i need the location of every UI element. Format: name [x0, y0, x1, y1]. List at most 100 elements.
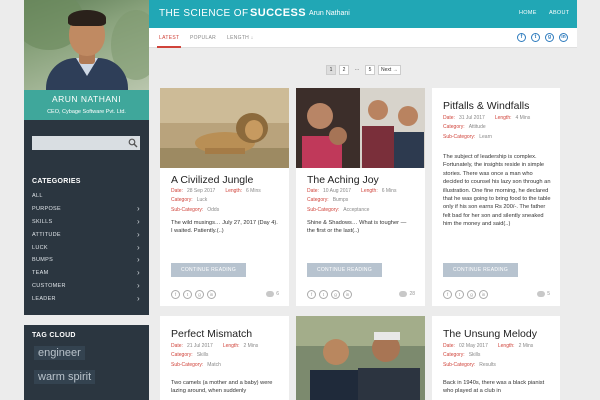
post-excerpt: Two camels (a mother and a baby) were la… [171, 380, 273, 395]
post-category[interactable]: Luck [197, 197, 208, 203]
chevron-right-icon: › [137, 216, 140, 226]
facebook-icon[interactable]: f [307, 290, 316, 299]
post-title[interactable]: Perfect Mismatch [171, 328, 252, 340]
twitter-icon[interactable]: t [531, 33, 540, 42]
category-purpose[interactable]: PURPOSE › [32, 203, 140, 216]
twitter-icon[interactable]: t [455, 290, 464, 299]
category-bumps[interactable]: BUMPS › [32, 254, 140, 267]
category-attitude[interactable]: ATTITUDE › [32, 228, 140, 241]
continue-reading-button[interactable]: CONTINUE READING [171, 263, 246, 277]
post-subcategory[interactable]: Match [207, 362, 221, 368]
googleplus-icon[interactable]: g [467, 290, 476, 299]
googleplus-icon[interactable]: g [331, 290, 340, 299]
share-icons: f t g in [443, 290, 488, 299]
post-category[interactable]: Bumps [333, 197, 349, 203]
twitter-icon[interactable]: t [183, 290, 192, 299]
linkedin-icon[interactable]: in [207, 290, 216, 299]
post-title[interactable]: The Unsung Melody [443, 328, 537, 340]
page-1-button[interactable]: 1 [326, 65, 336, 75]
page-5-button[interactable]: 5 [365, 65, 375, 75]
continue-reading-button[interactable]: CONTINUE READING [307, 263, 382, 277]
divider [24, 315, 149, 325]
tab-length[interactable]: LENGTH ↓ [227, 35, 254, 41]
post-title[interactable]: Pitfalls & Windfalls [443, 100, 529, 112]
post-category[interactable]: Skills [197, 352, 209, 358]
nav-home[interactable]: HOME [519, 10, 537, 16]
tag-cloud-heading: TAG CLOUD [32, 332, 76, 339]
post-image-lion[interactable] [160, 88, 289, 168]
linkedin-icon[interactable]: in [479, 290, 488, 299]
tab-latest[interactable]: LATEST [159, 35, 179, 41]
meta-label: Category: [443, 352, 465, 359]
meta-label: Category: [307, 197, 329, 204]
post-title[interactable]: The Aching Joy [307, 174, 379, 186]
chevron-right-icon: › [137, 293, 140, 303]
meta-label: Length: [361, 188, 378, 194]
chevron-right-icon: › [137, 255, 140, 265]
page-2-button[interactable]: 2 [339, 65, 349, 75]
category-label: TEAM [32, 270, 49, 277]
continue-reading-button[interactable]: CONTINUE READING [443, 263, 518, 277]
post-image-family[interactable] [296, 88, 425, 168]
meta-label: Category: [443, 124, 465, 131]
search-icon[interactable] [128, 138, 138, 148]
category-all[interactable]: ALL [32, 190, 140, 203]
googleplus-icon[interactable]: g [545, 33, 554, 42]
facebook-icon[interactable]: f [517, 33, 526, 42]
post-date: 02 May 2017 [458, 343, 488, 349]
next-page-button[interactable]: Next → [378, 65, 401, 75]
meta-label: Sub-Category: [171, 206, 204, 213]
post-card [296, 316, 425, 400]
post-category[interactable]: Attitude [469, 124, 486, 130]
tab-popular[interactable]: POPULAR [190, 35, 216, 41]
post-subcategory[interactable]: Results [479, 362, 496, 368]
comment-count[interactable]: 5 [537, 291, 550, 297]
post-card: Perfect Mismatch Date: 21 Jul 2017 Length:… [160, 316, 289, 400]
meta-label: Date: [307, 188, 319, 194]
post-subcategory[interactable]: Learn [479, 134, 492, 140]
site-title-bold[interactable]: SUCCESS [250, 7, 306, 19]
page-ellipsis: … [354, 66, 360, 72]
category-label: PURPOSE [32, 206, 61, 213]
search-input[interactable] [32, 136, 140, 150]
post-subcategory[interactable]: Odds [207, 207, 219, 213]
site-title-prefix[interactable]: THE SCIENCE OF [159, 8, 249, 19]
comment-icon [399, 291, 408, 297]
site-header: THE SCIENCE OF SUCCESS Arun Nathani HOME… [149, 0, 577, 28]
meta-label: Sub-Category: [171, 361, 204, 368]
pagination: 1 2 … 5 Next → [326, 65, 401, 75]
post-meta: Date: 10 Aug 2017 Length: 6 Mins Category: B… [307, 187, 396, 215]
comment-count-value: 28 [409, 291, 415, 297]
chevron-right-icon: › [137, 229, 140, 239]
post-subcategory[interactable]: Acceptance [343, 207, 369, 213]
linkedin-icon[interactable]: in [343, 290, 352, 299]
nav-about[interactable]: ABOUT [549, 10, 569, 16]
category-luck[interactable]: LUCK › [32, 241, 140, 254]
post-title[interactable]: A Civilized Jungle [171, 174, 253, 186]
category-skills[interactable]: SKILLS › [32, 216, 140, 229]
comment-count[interactable]: 28 [399, 291, 415, 297]
category-label: LEADER [32, 295, 56, 302]
post-image-two-men[interactable] [296, 316, 425, 400]
category-customer[interactable]: CUSTOMER › [32, 280, 140, 293]
twitter-icon[interactable]: t [319, 290, 328, 299]
category-label: LUCK [32, 244, 48, 251]
googleplus-icon[interactable]: g [195, 290, 204, 299]
linkedin-icon[interactable]: in [559, 33, 568, 42]
post-length: 2 Mins [518, 343, 534, 349]
profile-box: ARUN NATHANI CEO, Cybage Software Pvt. L… [24, 90, 149, 120]
post-category[interactable]: Skills [469, 352, 481, 358]
tag-engineer[interactable]: engineer [34, 346, 85, 360]
tag-warm-spirit[interactable]: warm spirit [34, 370, 96, 384]
post-excerpt: Shine & Shadows… What is tougher — the f… [307, 220, 407, 235]
category-label: ALL [32, 193, 43, 200]
meta-label: Sub-Category: [307, 206, 340, 213]
post-length: 6 Mins [381, 188, 397, 194]
category-leader[interactable]: LEADER › [32, 292, 140, 305]
facebook-icon[interactable]: f [443, 290, 452, 299]
categories-heading: CATEGORIES [32, 178, 81, 185]
category-team[interactable]: TEAM › [32, 267, 140, 280]
facebook-icon[interactable]: f [171, 290, 180, 299]
post-length: 4 Mins [515, 115, 531, 121]
comment-count[interactable]: 6 [266, 291, 279, 297]
